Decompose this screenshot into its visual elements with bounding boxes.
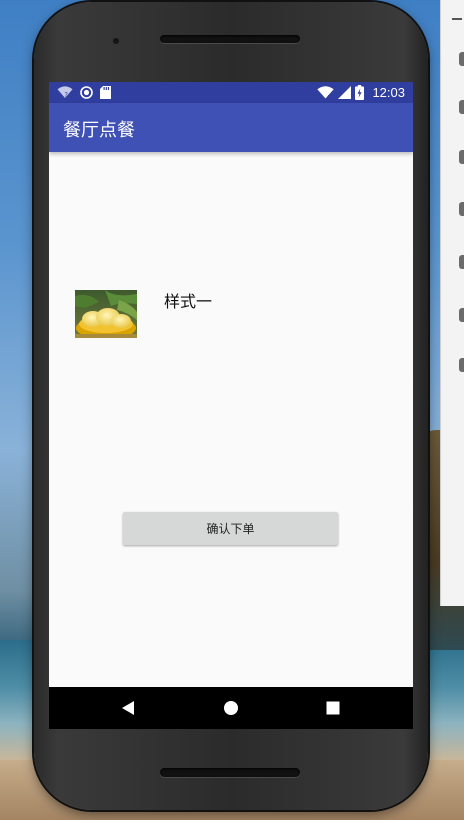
navigation-bar [49, 687, 413, 729]
food-dish-image[interactable] [75, 290, 137, 338]
volume-up-icon[interactable] [459, 100, 464, 114]
wifi-question-icon: ? [57, 86, 73, 99]
app-title: 餐厅点餐 [63, 120, 135, 141]
power-icon[interactable] [459, 52, 464, 66]
front-camera [113, 38, 119, 44]
bottom-speaker [160, 768, 300, 777]
svg-text:?: ? [64, 91, 68, 99]
sd-card-icon [100, 86, 111, 99]
emulator-side-toolbar [440, 0, 464, 606]
screenshot-icon[interactable] [459, 308, 464, 322]
back-triangle-icon[interactable] [118, 698, 138, 718]
status-left-icons: ? [57, 85, 111, 100]
status-time: 12:03 [372, 85, 405, 100]
status-right-icons: x 12:03 [317, 84, 405, 101]
svg-text:x: x [328, 94, 332, 100]
confirm-order-button[interactable]: 确认下单 [123, 512, 338, 545]
app-toolbar: 餐厅点餐 [49, 103, 413, 152]
recents-square-icon[interactable] [323, 698, 343, 718]
rotate-left-icon[interactable] [459, 202, 464, 216]
rotate-right-icon[interactable] [459, 255, 464, 269]
main-content: 样式一 确认下单 [49, 152, 413, 687]
wifi-signal-icon: x [317, 86, 335, 100]
status-bar: ? x 12:03 [49, 82, 413, 103]
cell-signal-icon [338, 86, 352, 99]
volume-down-icon[interactable] [459, 150, 464, 164]
sync-circle-icon [80, 86, 93, 99]
zoom-icon[interactable] [459, 358, 464, 372]
minimize-icon[interactable] [452, 18, 462, 20]
home-circle-icon[interactable] [221, 698, 241, 718]
phone-screen: ? x 12:03 餐厅点餐 样式一 确认下单 [49, 82, 413, 729]
menu-item-label: 样式一 [164, 292, 213, 311]
top-speaker [160, 35, 300, 43]
battery-charging-icon [355, 85, 365, 100]
